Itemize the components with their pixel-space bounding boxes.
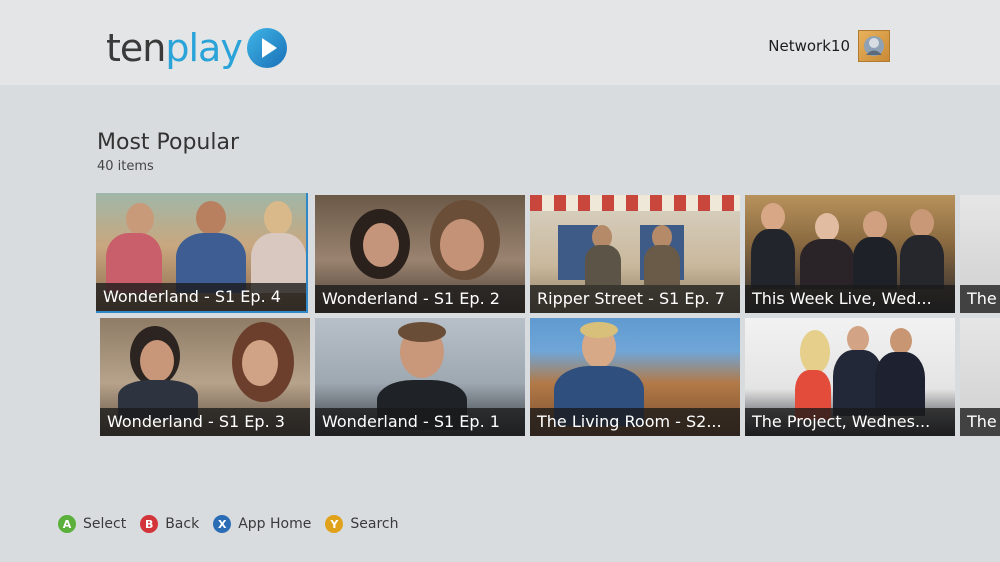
avatar-figure-icon [864,36,884,56]
gamer-picture-icon[interactable] [858,30,890,62]
hint-back[interactable]: B Back [140,515,199,533]
hint-label: App Home [238,516,312,532]
play-icon [246,28,287,68]
tile-the-project[interactable]: The Project, Wednes... [745,318,955,436]
tile-title: The Project, Wednes... [745,408,955,436]
account-name: Network10 [768,37,850,55]
tile-wonderland-s1-ep2[interactable]: Wonderland - S1 Ep. 2 [315,195,525,313]
tile-title: The [960,408,1000,436]
tile-wonderland-s1-ep3[interactable]: Wonderland - S1 Ep. 3 [100,318,310,436]
hint-app-home[interactable]: X App Home [213,515,311,533]
logo-ten-text: ten [106,26,166,70]
hint-label: Back [165,516,200,532]
controller-hints: A Select B Back X App Home Y Search [58,515,398,533]
hint-label: Search [350,516,399,532]
tenplay-logo: ten play [106,26,288,70]
tile-wonderland-s1-ep4[interactable]: Wonderland - S1 Ep. 4 [96,193,308,313]
app-header: ten play Network10 [0,0,1000,85]
a-button-icon: A [58,515,76,533]
hint-search[interactable]: Y Search [325,515,398,533]
tile-this-week-live[interactable]: This Week Live, Wed... [745,195,955,313]
hint-label: Select [83,516,127,532]
section-count: 40 items [97,159,154,174]
x-button-icon: X [213,515,232,533]
tile-ripper-street-s1-ep7[interactable]: Ripper Street - S1 Ep. 7 [530,195,740,313]
tile-wonderland-s1-ep1[interactable]: Wonderland - S1 Ep. 1 [315,318,525,436]
tile-the-living-room-s2[interactable]: The Living Room - S2... [530,318,740,436]
tile-title: Ripper Street - S1 Ep. 7 [530,285,740,313]
tile-title: Wonderland - S1 Ep. 2 [315,285,525,313]
tile-title: The [960,285,1000,313]
account-area[interactable]: Network10 [768,30,890,62]
tile-title: This Week Live, Wed... [745,285,955,313]
tile-partial-row2[interactable]: The [960,318,1000,436]
section-title: Most Popular [97,130,240,155]
logo-play-text: play [165,26,242,70]
tile-title: Wonderland - S1 Ep. 4 [96,283,306,311]
tile-title: Wonderland - S1 Ep. 1 [315,408,525,436]
tile-title: Wonderland - S1 Ep. 3 [100,408,310,436]
y-button-icon: Y [325,515,344,533]
tile-title: The Living Room - S2... [530,408,740,436]
content-grid: Wonderland - S1 Ep. 4 Wonderland - S1 Ep… [96,193,1000,438]
hint-select[interactable]: A Select [58,515,126,533]
tile-partial-row1[interactable]: The [960,195,1000,313]
b-button-icon: B [140,515,159,533]
